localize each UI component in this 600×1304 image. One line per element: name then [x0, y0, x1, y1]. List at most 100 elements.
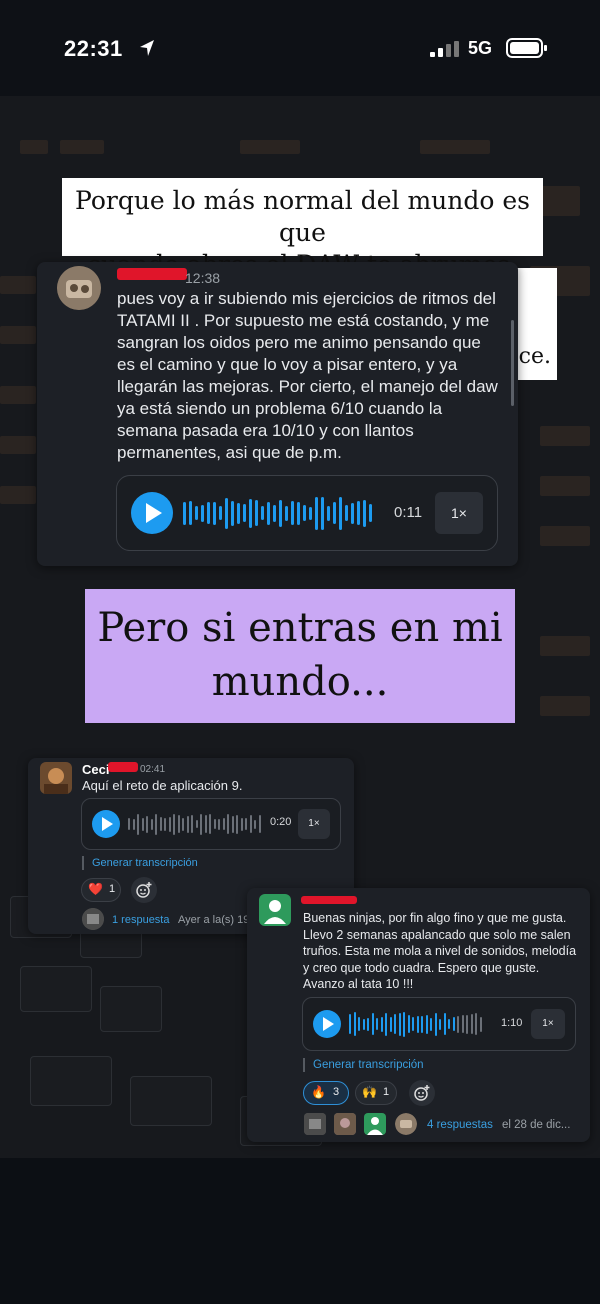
- waveform-bar: [240, 817, 243, 831]
- play-icon: [102, 817, 113, 831]
- waveform-bar: [155, 813, 157, 835]
- reaction-count: 1: [383, 1086, 390, 1098]
- waveform-bar: [141, 817, 144, 831]
- play-button[interactable]: [313, 1010, 341, 1038]
- waveform-bar: [351, 502, 354, 524]
- speed-button[interactable]: 1×: [531, 1009, 565, 1039]
- waveform-bar: [353, 1012, 356, 1036]
- waveform-bar: [186, 815, 189, 833]
- waveform-bar: [213, 501, 216, 525]
- reaction-heart[interactable]: ❤️ 1: [81, 878, 121, 902]
- waveform-bar: [195, 820, 198, 828]
- caption-top-line1: Porque lo más normal del mundo es que: [75, 186, 530, 247]
- avatar-icon: [304, 1113, 326, 1135]
- reaction-emoji: 🙌: [362, 1085, 377, 1099]
- waveform[interactable]: [183, 496, 375, 530]
- audio-duration: 0:20: [270, 816, 292, 828]
- avatar[interactable]: [40, 762, 72, 794]
- avatar-icon: [395, 1113, 417, 1135]
- speed-button[interactable]: 1×: [298, 809, 330, 839]
- waveform-bar: [201, 504, 204, 522]
- reaction-fire[interactable]: 🔥 3: [303, 1081, 349, 1105]
- waveform-bar: [150, 818, 153, 830]
- message-card-3[interactable]: Buenas ninjas, por fin algo fino y que m…: [247, 888, 590, 1142]
- signal-icon: [430, 41, 459, 57]
- waveform-bar: [245, 818, 247, 830]
- waveform-bar: [128, 818, 130, 830]
- waveform-bar: [255, 500, 258, 526]
- waveform-bar: [385, 1012, 387, 1036]
- waveform-bar: [479, 1016, 482, 1032]
- reaction-count: 3: [333, 1086, 340, 1098]
- reaction-count: 1: [109, 883, 116, 895]
- reaction-emoji: 🔥: [311, 1085, 326, 1099]
- waveform-bar: [470, 1014, 473, 1034]
- avatar-icon: [259, 894, 291, 926]
- waveform-bar: [349, 1014, 351, 1034]
- audio-player[interactable]: 1:10 1×: [302, 997, 576, 1051]
- caption-hidden-text: ce.: [518, 344, 551, 369]
- reply-avatar: [364, 1113, 386, 1135]
- avatar-icon: [82, 908, 104, 930]
- replies-meta: el 28 de dic...: [502, 1119, 571, 1131]
- reaction-raised-hands[interactable]: 🙌 1: [355, 1081, 397, 1105]
- replies-link[interactable]: 1 respuesta: [112, 914, 169, 926]
- waveform-bar: [443, 1013, 446, 1035]
- waveform-bar: [333, 502, 336, 524]
- redacted-name: [301, 896, 357, 904]
- thread-line: [303, 1058, 305, 1072]
- waveform-bar: [321, 496, 324, 530]
- add-reaction-button[interactable]: [409, 1080, 435, 1106]
- waveform-bar: [182, 817, 184, 831]
- waveform-bar: [254, 819, 256, 829]
- reply-avatar: [334, 1113, 356, 1135]
- message-time: 02:41: [140, 764, 166, 775]
- waveform-bar: [227, 814, 229, 834]
- avatar-icon: [57, 266, 101, 310]
- audio-player[interactable]: 0:20 1×: [81, 798, 341, 850]
- waveform-bar: [339, 496, 342, 530]
- waveform-bar: [222, 818, 225, 830]
- waveform-bar: [177, 815, 180, 833]
- caption-middle-line2: mundo...: [211, 659, 389, 705]
- waveform-bar: [345, 505, 348, 521]
- location-arrow-icon: [140, 40, 154, 56]
- battery-icon: [506, 38, 547, 58]
- generate-transcript-link[interactable]: Generar transcripción: [92, 857, 198, 869]
- add-reaction-button[interactable]: [131, 877, 157, 903]
- waveform-bar: [243, 504, 246, 522]
- waveform[interactable]: [128, 812, 263, 836]
- caption-top: Porque lo más normal del mundo es que cu…: [62, 178, 543, 279]
- message-card-1[interactable]: 12:38 pues voy a ir subiendo mis ejercic…: [37, 262, 518, 566]
- waveform-bar: [363, 499, 366, 527]
- avatar[interactable]: [259, 894, 291, 926]
- sender-name[interactable]: Ceci: [82, 762, 109, 777]
- waveform-bar: [249, 815, 252, 833]
- waveform-bar: [439, 1018, 441, 1030]
- waveform-bar: [195, 506, 198, 520]
- play-icon: [146, 503, 162, 523]
- waveform-bar: [371, 1013, 374, 1035]
- reply-avatar: [82, 908, 104, 930]
- status-bar: 22:31 5G: [0, 0, 600, 96]
- generate-transcript-link[interactable]: Generar transcripción: [313, 1059, 424, 1071]
- reply-avatar: [304, 1113, 326, 1135]
- waveform-bar: [357, 501, 360, 525]
- waveform-bar: [466, 1014, 468, 1034]
- scrollbar[interactable]: [511, 320, 514, 406]
- audio-player[interactable]: 0:11 1×: [116, 475, 498, 551]
- waveform-bar: [189, 501, 192, 525]
- speed-button[interactable]: 1×: [435, 492, 483, 534]
- play-button[interactable]: [92, 810, 120, 838]
- play-button[interactable]: [131, 492, 173, 534]
- avatar-icon: [334, 1113, 356, 1135]
- replies-link[interactable]: 4 respuestas: [427, 1119, 493, 1131]
- waveform-bar: [398, 1012, 401, 1036]
- waveform-bar: [132, 818, 135, 830]
- waveform-bar: [452, 1017, 455, 1031]
- waveform-bar: [376, 1018, 378, 1030]
- play-icon: [323, 1017, 334, 1031]
- waveform-bar: [258, 815, 261, 833]
- avatar[interactable]: [57, 266, 101, 310]
- waveform[interactable]: [349, 1011, 484, 1037]
